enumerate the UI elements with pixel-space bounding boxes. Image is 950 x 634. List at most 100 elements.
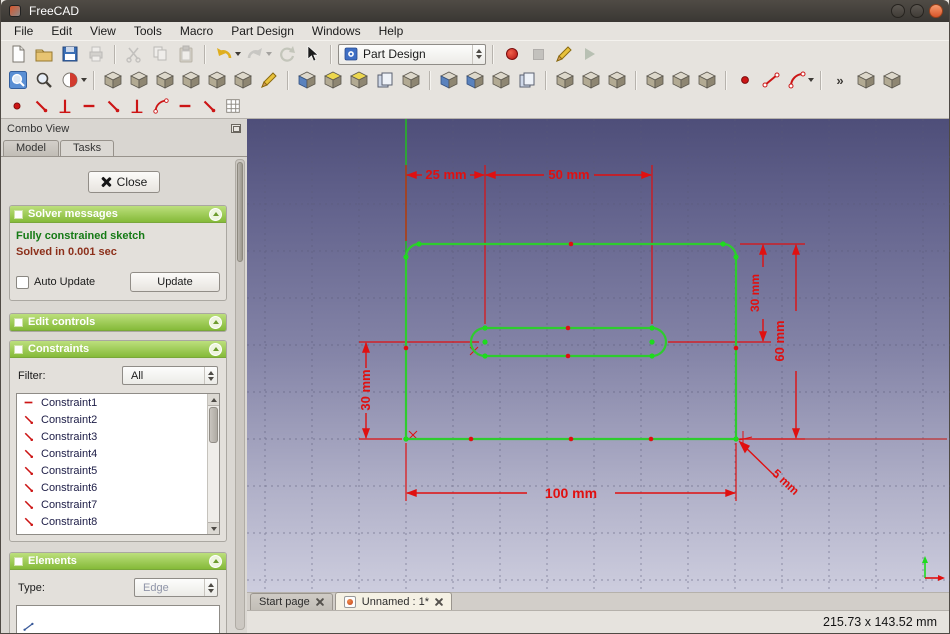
- menu-windows[interactable]: Windows: [303, 23, 370, 39]
- fit-all-icon[interactable]: [6, 68, 30, 92]
- view-top-icon[interactable]: [153, 68, 177, 92]
- menu-tools[interactable]: Tools: [125, 23, 171, 39]
- view-front-icon[interactable]: [127, 68, 151, 92]
- copy-icon[interactable]: [148, 42, 172, 66]
- collapse-toggle-icon[interactable]: [209, 342, 222, 356]
- linear-pattern-icon[interactable]: [669, 68, 693, 92]
- close-task-button[interactable]: Close: [87, 171, 161, 193]
- pocket-icon[interactable]: [437, 68, 461, 92]
- constraint-list-item[interactable]: Constraint2: [17, 411, 219, 428]
- constraint-list-item[interactable]: Constraint1: [17, 394, 219, 411]
- constraint-symmetric-icon[interactable]: [198, 95, 220, 117]
- constraint-tangent-icon[interactable]: [150, 95, 172, 117]
- collapse-toggle-icon[interactable]: [209, 207, 222, 221]
- collapse-toggle-icon[interactable]: [209, 554, 222, 568]
- datum-plane-icon[interactable]: [854, 68, 878, 92]
- title-bar[interactable]: FreeCAD: [1, 0, 949, 22]
- minimize-button[interactable]: [891, 4, 905, 18]
- element-type-select[interactable]: Edge: [134, 578, 218, 597]
- save-icon[interactable]: [58, 42, 82, 66]
- subtractive-loft-icon[interactable]: [515, 68, 539, 92]
- constraint-filter-select[interactable]: All: [122, 366, 218, 385]
- box-zoom-icon[interactable]: [32, 68, 56, 92]
- chamfer-icon[interactable]: [579, 68, 603, 92]
- constraint-perpendicular-icon[interactable]: [126, 95, 148, 117]
- constraint-list-item[interactable]: Constraint3: [17, 428, 219, 445]
- solver-messages-header[interactable]: Solver messages: [10, 206, 226, 223]
- revolution-icon[interactable]: [347, 68, 371, 92]
- open-icon[interactable]: [32, 42, 56, 66]
- sketch-arc-dropdown-icon[interactable]: [808, 78, 814, 82]
- sketch-line-icon[interactable]: [759, 68, 783, 92]
- undo-icon[interactable]: [212, 42, 236, 66]
- pad-icon[interactable]: [321, 68, 345, 92]
- dimension-label-50mm[interactable]: 50 mm: [548, 167, 589, 182]
- menu-view[interactable]: View: [81, 23, 125, 39]
- constraint-vertical-icon[interactable]: [54, 95, 76, 117]
- tab-tasks[interactable]: Tasks: [59, 140, 115, 157]
- tab-unnamed-document[interactable]: Unnamed : 1*: [334, 592, 453, 610]
- element-list-item[interactable]: [17, 618, 219, 633]
- 3d-viewport[interactable]: 25 mm 50 mm 30 mm 100 mm 60 mm 30 mm 5 m…: [247, 119, 950, 592]
- macro-edit-icon[interactable]: [552, 42, 576, 66]
- view-right-icon[interactable]: [179, 68, 203, 92]
- macro-stop-icon[interactable]: [526, 42, 550, 66]
- tab-start-page[interactable]: Start page: [250, 593, 333, 610]
- additive-loft-icon[interactable]: [373, 68, 397, 92]
- edit-controls-header[interactable]: Edit controls: [10, 314, 226, 331]
- polar-pattern-icon[interactable]: [695, 68, 719, 92]
- groove-icon[interactable]: [489, 68, 513, 92]
- workbench-selector-arrows[interactable]: [472, 44, 485, 64]
- auto-update-checkbox[interactable]: [16, 275, 29, 289]
- draw-style-icon[interactable]: [58, 68, 82, 92]
- dimension-label-60mm[interactable]: 60 mm: [772, 320, 787, 361]
- hole-icon[interactable]: [463, 68, 487, 92]
- scroll-down-icon[interactable]: [208, 522, 219, 534]
- dimension-label-30mm-left[interactable]: 30 mm: [358, 369, 373, 410]
- menu-part-design[interactable]: Part Design: [222, 23, 303, 39]
- menu-file[interactable]: File: [5, 23, 42, 39]
- dimension-label-5mm[interactable]: 5 mm: [769, 466, 801, 498]
- mirrored-icon[interactable]: [643, 68, 667, 92]
- sketch-canvas[interactable]: 25 mm 50 mm 30 mm 100 mm 60 mm 30 mm 5 m…: [247, 119, 950, 592]
- view-rear-icon[interactable]: [205, 68, 229, 92]
- refresh-icon[interactable]: [274, 42, 298, 66]
- macro-record-icon[interactable]: [500, 42, 524, 66]
- close-tab-icon[interactable]: [435, 598, 443, 606]
- macro-execute-icon[interactable]: [578, 42, 602, 66]
- new-document-icon[interactable]: [6, 42, 30, 66]
- dimension-label-25mm[interactable]: 25 mm: [425, 167, 466, 182]
- menu-help[interactable]: Help: [370, 23, 413, 39]
- constraint-equal-icon[interactable]: [174, 95, 196, 117]
- additive-pipe-icon[interactable]: [399, 68, 423, 92]
- elements-header[interactable]: Elements: [10, 553, 226, 570]
- constraint-horizontal-icon[interactable]: [78, 95, 100, 117]
- constraint-list-item[interactable]: Constraint5: [17, 462, 219, 479]
- view-bottom-icon[interactable]: [231, 68, 255, 92]
- whats-this-icon[interactable]: [300, 42, 324, 66]
- cut-icon[interactable]: [122, 42, 146, 66]
- datum-line-icon[interactable]: [880, 68, 904, 92]
- undo-dropdown-icon[interactable]: [235, 52, 241, 56]
- update-button[interactable]: Update: [130, 272, 220, 292]
- workbench-selector[interactable]: Part Design: [338, 43, 486, 65]
- close-tab-icon[interactable]: [316, 598, 324, 606]
- constraints-scrollbar[interactable]: [207, 394, 219, 534]
- maximize-button[interactable]: [910, 4, 924, 18]
- menu-edit[interactable]: Edit: [42, 23, 81, 39]
- dimension-label-100mm[interactable]: 100 mm: [545, 485, 597, 501]
- dimension-label-30mm-right[interactable]: 30 mm: [748, 274, 762, 312]
- create-body-icon[interactable]: [295, 68, 319, 92]
- paste-icon[interactable]: [174, 42, 198, 66]
- constraint-coincident-icon[interactable]: [6, 95, 28, 117]
- constraint-parallel-icon[interactable]: [102, 95, 124, 117]
- print-icon[interactable]: [84, 42, 108, 66]
- constraint-list-item[interactable]: Constraint4: [17, 445, 219, 462]
- tasks-scrollbar[interactable]: [235, 159, 245, 630]
- menu-macro[interactable]: Macro: [171, 23, 222, 39]
- scrollbar-thumb[interactable]: [209, 407, 218, 443]
- close-window-button[interactable]: [929, 4, 943, 18]
- constraints-header[interactable]: Constraints: [10, 341, 226, 358]
- redo-icon[interactable]: [243, 42, 267, 66]
- scrollbar-thumb[interactable]: [237, 162, 243, 262]
